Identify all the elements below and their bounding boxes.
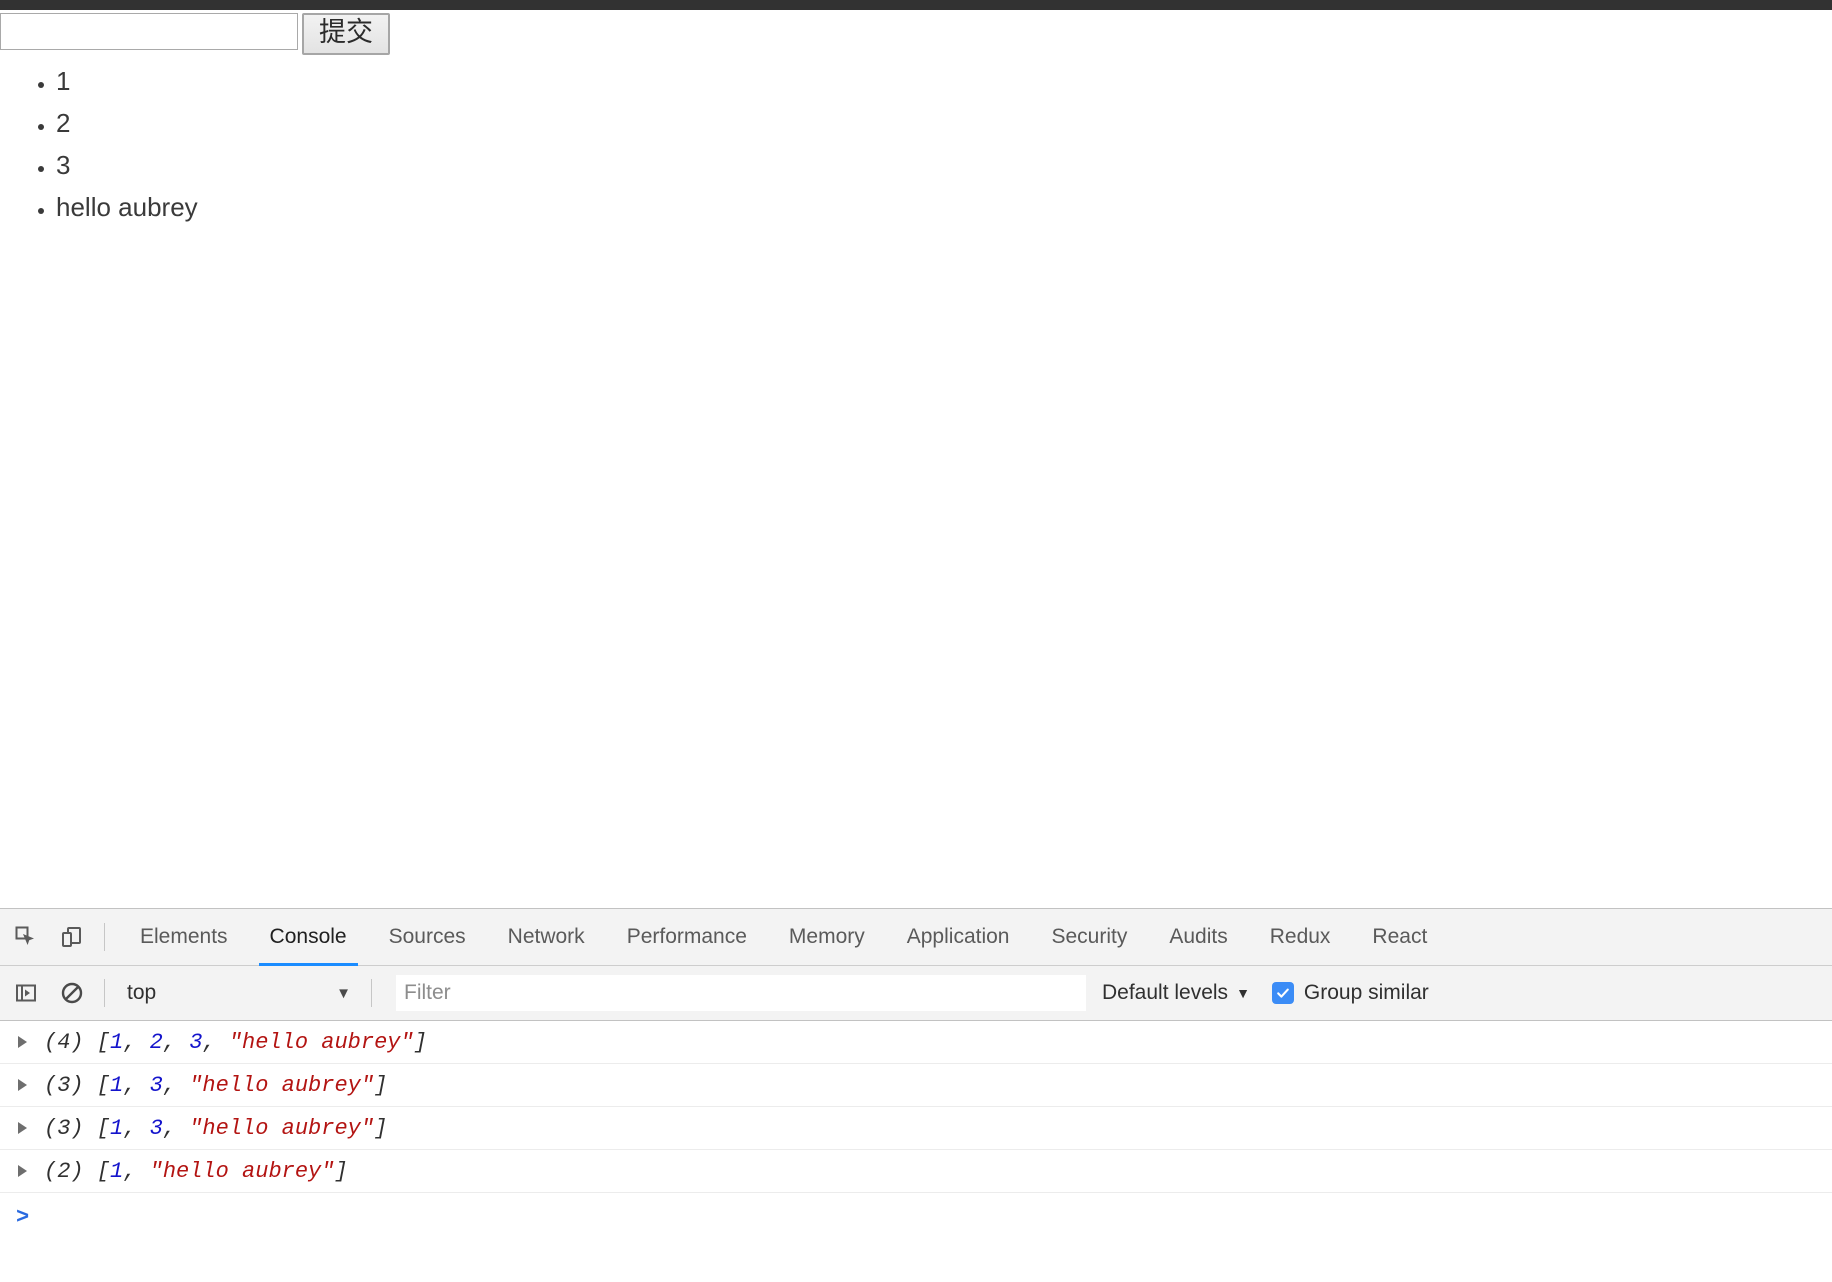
console-row[interactable]: (3) [ 1 , 3 , "hello aubrey" ] bbox=[0, 1064, 1832, 1107]
array-length: (4) bbox=[44, 1029, 84, 1055]
token: "hello aubrey" bbox=[228, 1029, 414, 1055]
execution-context-value: top bbox=[127, 981, 157, 1004]
prompt-caret-icon: > bbox=[16, 1204, 30, 1230]
token: [ bbox=[96, 1029, 111, 1055]
chevron-down-icon: ▼ bbox=[336, 984, 351, 1002]
expand-arrow-icon[interactable] bbox=[18, 1079, 27, 1091]
tab-react[interactable]: React bbox=[1351, 909, 1448, 966]
tab-elements[interactable]: Elements bbox=[119, 909, 249, 966]
tab-performance[interactable]: Performance bbox=[606, 909, 768, 966]
console-message-list: (4) [ 1 , 2 , 3 , "hello aubrey" ] (3) [… bbox=[0, 1021, 1832, 1282]
group-similar-toggle[interactable]: Group similar bbox=[1271, 981, 1429, 1005]
token: ] bbox=[413, 1029, 427, 1055]
result-list: 1 2 3 hello aubrey bbox=[0, 60, 198, 228]
browser-chrome-strip bbox=[0, 0, 1832, 10]
token: 1 bbox=[110, 1029, 124, 1055]
execution-context-select[interactable]: top ▼ bbox=[127, 976, 359, 1010]
token: 1 bbox=[110, 1158, 124, 1184]
token: 1 bbox=[110, 1072, 124, 1098]
chevron-down-icon: ▼ bbox=[1236, 985, 1250, 1001]
token: , bbox=[123, 1158, 150, 1184]
list-item: 1 bbox=[56, 60, 198, 102]
token: 2 bbox=[149, 1029, 163, 1055]
list-item: 2 bbox=[56, 102, 198, 144]
token: , bbox=[123, 1072, 150, 1098]
devtools-tabbar: Elements Console Sources Network Perform… bbox=[0, 909, 1832, 966]
token: "hello aubrey" bbox=[189, 1115, 375, 1141]
token: [ bbox=[96, 1115, 111, 1141]
array-length: (3) bbox=[44, 1072, 84, 1098]
token: "hello aubrey" bbox=[149, 1158, 335, 1184]
show-console-sidebar-icon[interactable] bbox=[6, 973, 46, 1013]
token: [ bbox=[96, 1072, 111, 1098]
devtools-panel: Elements Console Sources Network Perform… bbox=[0, 908, 1832, 1282]
token: , bbox=[202, 1029, 229, 1055]
context-filter-divider bbox=[371, 979, 372, 1007]
submit-form: 提交 bbox=[0, 13, 390, 55]
token: ] bbox=[374, 1072, 388, 1098]
submit-button[interactable]: 提交 bbox=[302, 13, 390, 55]
tab-security[interactable]: Security bbox=[1030, 909, 1148, 966]
token: 3 bbox=[149, 1072, 163, 1098]
devtools-tab-list: Elements Console Sources Network Perform… bbox=[119, 909, 1448, 966]
text-input[interactable] bbox=[0, 13, 298, 50]
log-levels-label: Default levels bbox=[1102, 981, 1229, 1004]
token: , bbox=[162, 1029, 190, 1055]
expand-arrow-icon[interactable] bbox=[18, 1036, 27, 1048]
toolbar-divider bbox=[104, 923, 105, 951]
expand-arrow-icon[interactable] bbox=[18, 1165, 27, 1177]
group-similar-label: Group similar bbox=[1303, 981, 1429, 1004]
console-row[interactable]: (2) [ 1 , "hello aubrey" ] bbox=[0, 1150, 1832, 1193]
console-input-line[interactable]: > bbox=[0, 1193, 1832, 1241]
tab-memory[interactable]: Memory bbox=[768, 909, 886, 966]
console-row[interactable]: (3) [ 1 , 3 , "hello aubrey" ] bbox=[0, 1107, 1832, 1150]
tab-network[interactable]: Network bbox=[487, 909, 606, 966]
tab-sources[interactable]: Sources bbox=[368, 909, 487, 966]
checkbox-icon[interactable] bbox=[1271, 982, 1294, 1004]
token: ] bbox=[374, 1115, 388, 1141]
list-item: hello aubrey bbox=[56, 186, 198, 228]
console-toolbar: top ▼ Default levels ▼ Group similar bbox=[0, 966, 1832, 1021]
page-viewport: 提交 1 2 3 hello aubrey bbox=[0, 10, 1832, 908]
device-toolbar-icon[interactable] bbox=[52, 917, 92, 957]
token: "hello aubrey" bbox=[189, 1072, 375, 1098]
token: 3 bbox=[189, 1029, 203, 1055]
token: , bbox=[162, 1115, 190, 1141]
token: 1 bbox=[110, 1115, 124, 1141]
expand-arrow-icon[interactable] bbox=[18, 1122, 27, 1134]
log-levels-select[interactable]: Default levels ▼ bbox=[1102, 981, 1250, 1005]
token: , bbox=[123, 1029, 150, 1055]
token: , bbox=[123, 1115, 150, 1141]
clear-console-icon[interactable] bbox=[52, 973, 92, 1013]
token: , bbox=[162, 1072, 190, 1098]
list-item: 3 bbox=[56, 144, 198, 186]
tab-audits[interactable]: Audits bbox=[1148, 909, 1248, 966]
tab-redux[interactable]: Redux bbox=[1249, 909, 1352, 966]
console-row[interactable]: (4) [ 1 , 2 , 3 , "hello aubrey" ] bbox=[0, 1021, 1832, 1064]
token: [ bbox=[96, 1158, 111, 1184]
array-length: (3) bbox=[44, 1115, 84, 1141]
array-length: (2) bbox=[44, 1158, 84, 1184]
tab-console[interactable]: Console bbox=[249, 909, 368, 966]
console-toolbar-divider bbox=[104, 979, 105, 1007]
token: ] bbox=[334, 1158, 348, 1184]
inspect-element-icon[interactable] bbox=[6, 917, 46, 957]
tab-application[interactable]: Application bbox=[886, 909, 1031, 966]
filter-input[interactable] bbox=[396, 975, 1086, 1011]
token: 3 bbox=[149, 1115, 163, 1141]
